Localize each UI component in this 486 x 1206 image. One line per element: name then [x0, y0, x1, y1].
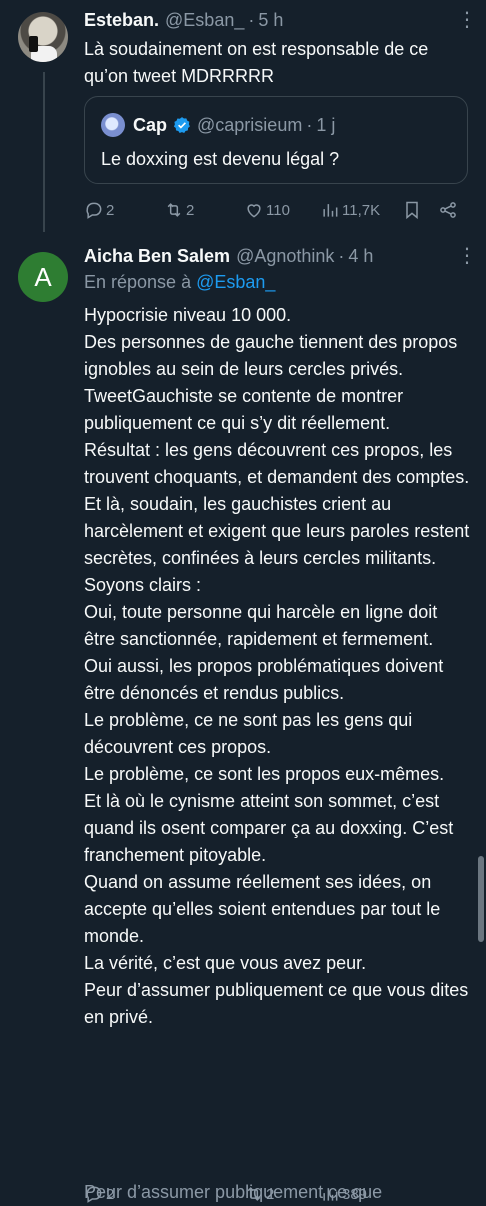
quote-time: 1 j	[316, 114, 336, 135]
author-handle[interactable]: @Agnothink	[236, 244, 334, 268]
share-button[interactable]	[438, 198, 458, 222]
like-count: 110	[266, 201, 290, 219]
author-handle[interactable]: @Esban_	[165, 8, 244, 32]
reply-button[interactable]: 2	[84, 198, 114, 222]
more-icon[interactable]: ⋮	[457, 246, 477, 266]
bookmark-icon	[406, 201, 418, 220]
tweet-text: Hypocrisie niveau 10 000. Des personnes …	[84, 305, 470, 1027]
avatar-phone	[29, 36, 38, 52]
quote-avatar	[101, 113, 125, 137]
scrollbar-thumb[interactable]	[478, 856, 484, 942]
bookmark-button[interactable]	[402, 198, 422, 222]
more-icon[interactable]: ⋮	[457, 10, 477, 30]
verified-icon	[173, 117, 190, 134]
reply-count: 2	[106, 201, 115, 219]
reply-context: En réponse à @Esban_	[84, 268, 470, 296]
reply-prefix: En réponse à	[84, 272, 192, 292]
views-button[interactable]: 11,7K	[320, 198, 380, 222]
author-name[interactable]: Esteban.	[84, 8, 159, 32]
quote-text: Le doxxing est devenu légal ?	[101, 149, 340, 169]
quote-author-name: Cap	[133, 114, 168, 135]
retweet-button[interactable]: 2	[164, 198, 194, 222]
reply-icon	[86, 202, 102, 219]
author-name[interactable]: Aicha Ben Salem	[84, 244, 230, 268]
share-icon	[440, 202, 456, 218]
retweet-count: 2	[186, 201, 195, 219]
tweet-time[interactable]: 5 h	[258, 8, 283, 32]
tweet-time[interactable]: 4 h	[348, 244, 373, 268]
quote-author-handle: @caprisieum	[197, 114, 303, 135]
avatar-esteban[interactable]	[18, 12, 68, 62]
tweet-header: Esteban. @Esban_ · 5 h	[84, 8, 284, 32]
like-button[interactable]: 110	[244, 198, 290, 222]
overlapping-caption: Peur d’assumer publiquement ce que	[84, 1182, 383, 1202]
tweet-esteban[interactable]: Esteban. @Esban_ · 5 h Là soudainement o…	[0, 0, 486, 232]
tweet-header: Aicha Ben Salem @Agnothink · 4 h	[84, 244, 374, 268]
avatar-aicha[interactable]: A	[18, 252, 68, 302]
tweet-text: Là soudainement on est responsable de ce…	[84, 39, 429, 86]
retweet-icon	[167, 203, 181, 217]
quoted-tweet[interactable]: Cap @caprisieum · 1 j Le doxxing est dev…	[84, 96, 468, 184]
tweet-aicha[interactable]: A Aicha Ben Salem @Agnothink · 4 h En ré…	[0, 232, 486, 1199]
views-count: 11,7K	[342, 201, 381, 219]
quote-header: Cap @caprisieum · 1 j	[101, 113, 335, 137]
views-icon	[323, 204, 338, 217]
like-icon	[247, 204, 261, 218]
reply-mention-link[interactable]: @Esban_	[196, 272, 275, 292]
tweet-actions: 2 2 110 11,7K	[84, 198, 464, 222]
